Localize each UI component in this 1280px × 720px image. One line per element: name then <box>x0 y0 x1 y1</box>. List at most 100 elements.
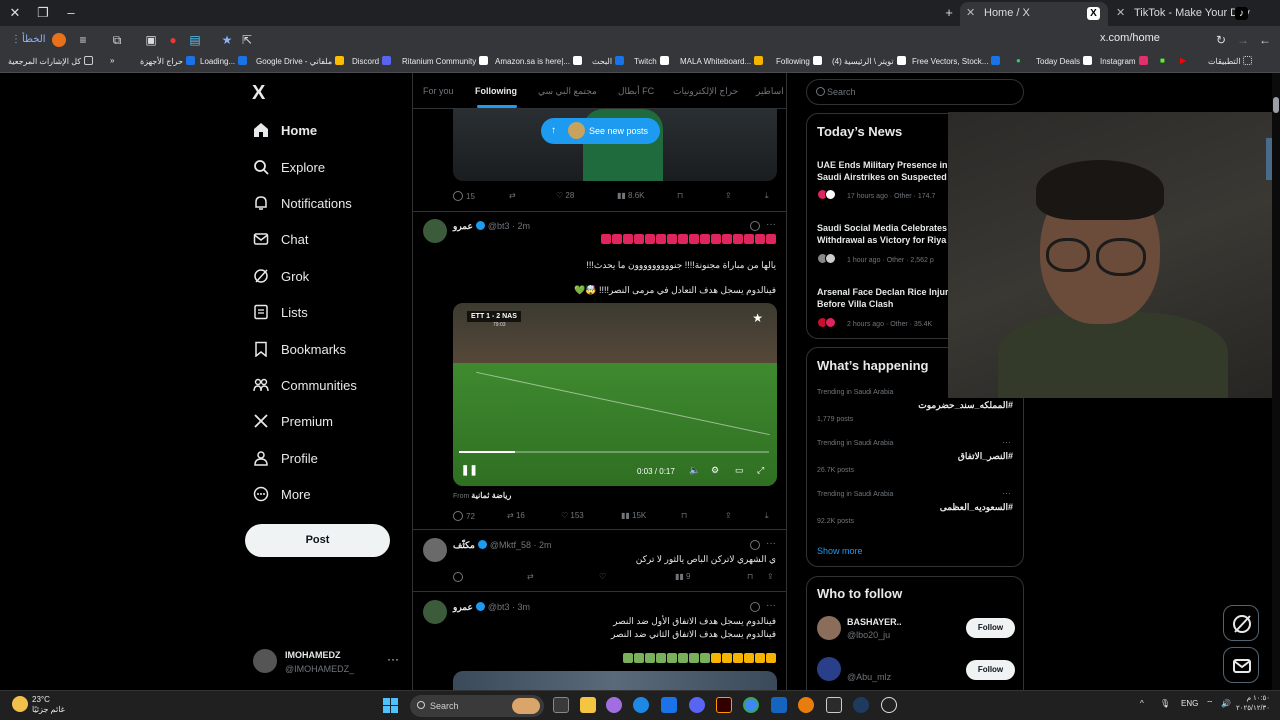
bookmarks-overflow-icon[interactable]: » <box>110 56 114 65</box>
grok-icon[interactable] <box>750 221 760 231</box>
tab-home-x[interactable]: ✕ Home / X X <box>960 2 1108 26</box>
nav-grok[interactable]: Grok <box>253 264 309 288</box>
download-icon[interactable]: ⤓ <box>765 511 769 521</box>
video-player[interactable]: ETT 1 - 2 NAS 79:03 ★ ❚❚ 0:03 / 0:17 🔈 ⚙… <box>453 303 777 486</box>
author-handle[interactable]: @bt3 <box>488 221 510 231</box>
author-name[interactable]: عمرو <box>453 602 473 612</box>
share-icon[interactable]: ⇱ <box>238 31 256 49</box>
user-name[interactable]: BASHAYER.. <box>847 617 902 627</box>
tab-electronics[interactable]: حراج الإلكترونيات <box>673 86 738 97</box>
author-name[interactable]: عمرو <box>453 221 473 231</box>
bookmark-item[interactable]: Loading... <box>200 56 248 66</box>
whatsapp-icon[interactable]: ● <box>1016 56 1021 65</box>
news-title[interactable]: Arsenal Face Declan Rice Injur Before Vil… <box>817 286 949 310</box>
like-button[interactable]: ♡ 28 <box>556 191 574 200</box>
search-input[interactable] <box>827 83 1017 101</box>
nav-communities[interactable]: Communities <box>253 373 357 397</box>
bookmark-item[interactable]: Twitch <box>634 56 669 66</box>
nav-home[interactable]: Home <box>253 118 317 142</box>
tab-tiktok[interactable]: ✕ TikTok - Make Your Day ♪ <box>1110 2 1256 26</box>
bookmark-item[interactable]: البحث <box>592 56 625 66</box>
steam-icon[interactable] <box>881 697 897 713</box>
trend-hashtag[interactable]: #النصر_الاتفاق <box>958 451 1013 462</box>
microphone-icon[interactable]: 🎙 <box>1160 699 1170 708</box>
bookmark-item[interactable]: Ritanium Community <box>402 56 489 66</box>
more-icon[interactable]: ··· <box>766 219 776 230</box>
bookmark-item[interactable]: MALA Whiteboard... <box>680 56 764 66</box>
task-view-icon[interactable] <box>553 697 569 713</box>
more-icon[interactable]: ··· <box>387 652 399 666</box>
nav-more[interactable]: More <box>253 482 311 506</box>
reading-list-icon[interactable]: ≡ <box>74 31 92 49</box>
tab-close-icon[interactable]: ✕ <box>966 2 975 24</box>
bookmark-item[interactable]: حراج الأجهزة <box>140 56 195 66</box>
repost-button[interactable]: ⇄ 16 <box>507 511 525 520</box>
reply-button[interactable] <box>453 572 466 582</box>
reply-button[interactable]: 15 <box>453 191 475 201</box>
extension-icon[interactable]: ⧉ <box>108 31 126 49</box>
author-name[interactable]: مكثّف <box>453 540 475 550</box>
scrollbar-thumb[interactable] <box>1273 97 1279 113</box>
nav-explore[interactable]: Explore <box>253 155 325 179</box>
settings-icon[interactable]: ⚙ <box>711 465 719 476</box>
views-button[interactable]: ▮▮ 9 <box>675 572 690 581</box>
address-bar-url[interactable]: x.com/home <box>1100 32 1160 44</box>
repost-icon[interactable]: ⇄ <box>509 191 516 200</box>
extension-red-icon[interactable]: ● <box>164 31 182 49</box>
calculator-icon[interactable] <box>826 697 842 713</box>
post-button[interactable]: Post <box>245 524 390 557</box>
back-icon[interactable]: ← <box>1256 31 1274 49</box>
network-icon[interactable]: ⌔ <box>1206 699 1214 709</box>
puzzle-icon[interactable]: ▣ <box>142 31 160 49</box>
new-tab-icon[interactable]: + <box>940 4 958 22</box>
windows-start-icon[interactable] <box>383 698 398 713</box>
author-handle[interactable]: @bt3 <box>488 602 510 612</box>
language-indicator[interactable]: ENG <box>1181 699 1198 708</box>
like-icon[interactable]: ♡ <box>599 572 606 581</box>
nav-lists[interactable]: Lists <box>253 300 308 324</box>
tab-for-you[interactable]: For you <box>423 86 454 96</box>
more-icon[interactable]: ··· <box>1002 488 1011 498</box>
bookmark-item[interactable]: Free Vectors, Stock... <box>912 56 1001 66</box>
window-minimize-icon[interactable]: – <box>62 4 80 22</box>
like-button[interactable]: ♡ 153 <box>561 511 584 520</box>
repost-icon[interactable]: ⇄ <box>527 572 534 581</box>
translate-icon[interactable]: ▤ <box>186 31 204 49</box>
discord-icon[interactable] <box>689 697 705 713</box>
tab-community-pc[interactable]: مجتمع البي سي <box>538 86 597 97</box>
bookmark-all[interactable]: كل الإشارات المرجعية <box>8 56 94 66</box>
grok-fab[interactable] <box>1223 605 1259 641</box>
bookmark-apps[interactable]: التطبيقات <box>1208 56 1253 66</box>
tab-close-icon[interactable]: ✕ <box>1116 2 1125 24</box>
store-icon[interactable] <box>661 697 677 713</box>
share-icon[interactable]: ⇪ <box>725 191 732 200</box>
app-icon[interactable] <box>853 697 869 713</box>
download-icon[interactable]: ⤓ <box>765 191 769 201</box>
more-icon[interactable]: ··· <box>766 538 776 549</box>
show-more-link[interactable]: Show more <box>817 546 863 556</box>
taskbar-search[interactable]: Search <box>410 695 544 717</box>
kick-icon[interactable]: ■ <box>1160 56 1165 65</box>
follow-button[interactable]: Follow <box>966 618 1015 638</box>
file-explorer-icon[interactable] <box>580 697 596 713</box>
star-icon[interactable]: ★ <box>218 31 236 49</box>
x-logo[interactable]: X <box>252 82 265 105</box>
illustrator-icon[interactable] <box>716 697 732 713</box>
bookmark-item[interactable]: Discord <box>352 56 392 66</box>
account-switcher[interactable]: IMOHAMEDZ @IMOHAMEDZ_ ··· <box>253 648 403 678</box>
grok-icon[interactable] <box>750 602 760 612</box>
avatar[interactable] <box>817 616 841 640</box>
edge-icon[interactable] <box>633 697 649 713</box>
bookmark-icon[interactable]: ⊓ <box>677 191 683 200</box>
user-handle[interactable]: @lbo20_ju <box>847 630 890 640</box>
bookmark-icon[interactable]: ⊓ <box>747 572 753 581</box>
tab-legends[interactable]: اساطير <box>756 86 784 97</box>
system-clock[interactable]: ١٠:٥٠ م ٢٠٢٥/١٢/٣٠ <box>1236 694 1270 714</box>
search-box[interactable] <box>806 79 1024 105</box>
youtube-icon[interactable]: ▶ <box>1180 56 1186 65</box>
error-button[interactable]: ⋮ الخطأ <box>6 30 54 50</box>
views-button[interactable]: ▮▮ 8.6K <box>617 191 645 200</box>
copilot-icon[interactable] <box>606 697 622 713</box>
avatar[interactable] <box>423 600 447 624</box>
mail-app-icon[interactable] <box>771 697 787 713</box>
